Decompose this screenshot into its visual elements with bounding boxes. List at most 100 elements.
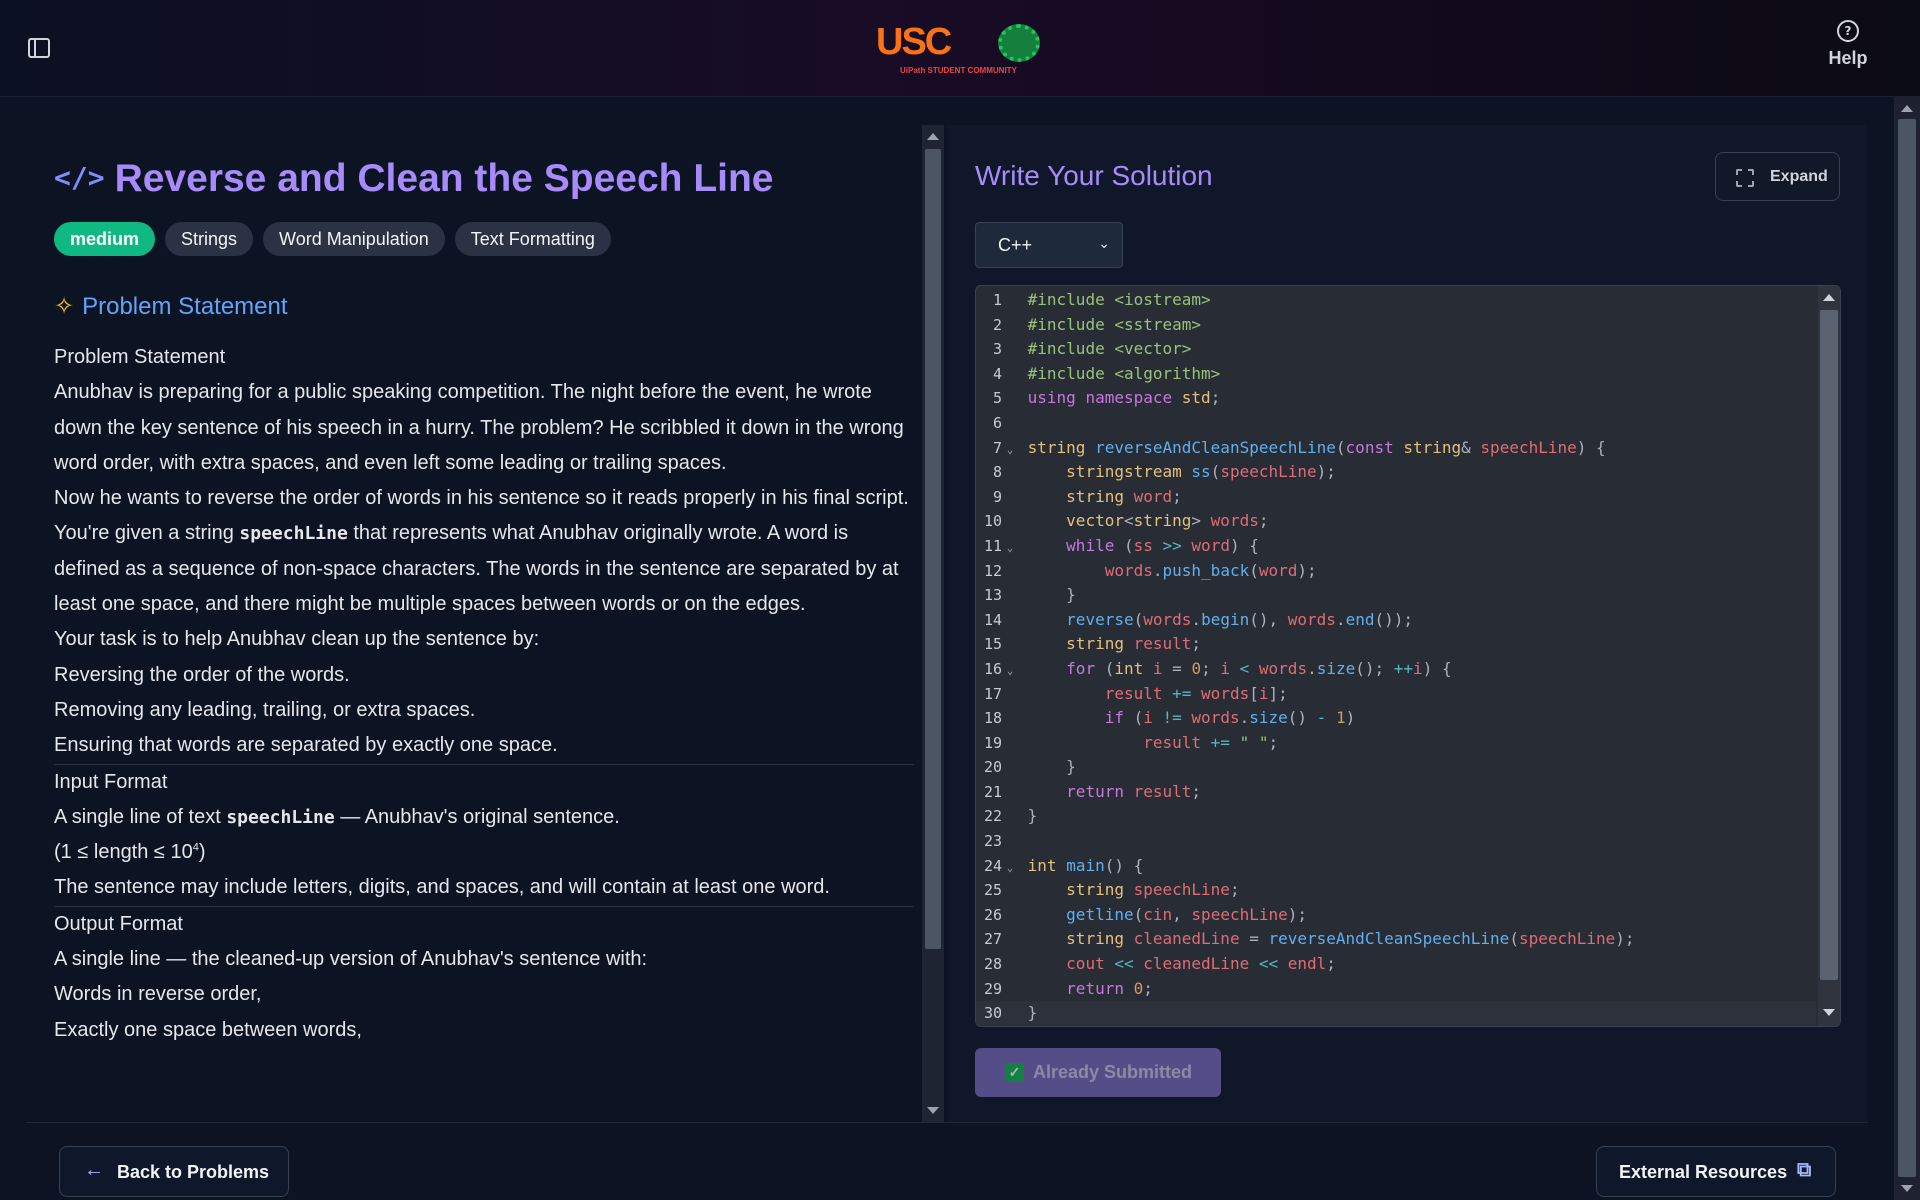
submitted-label: Already Submitted <box>1033 1062 1193 1082</box>
scroll-up-arrow-icon[interactable] <box>927 133 939 140</box>
language-select[interactable]: C++ ⌄ <box>975 222 1123 268</box>
fold-chevron-icon[interactable]: ⌄ <box>1002 659 1018 684</box>
code-line: 6 <box>992 413 1002 432</box>
solution-title: Write Your Solution <box>975 160 1213 191</box>
tag-strings: Strings <box>165 222 254 256</box>
text-fragment: — Anubhav's original sentence. <box>334 805 620 828</box>
problem-title: Reverse and Clean the Speech Line <box>114 157 774 200</box>
external-link-icon: ⧉ <box>1797 1159 1812 1181</box>
scroll-up-arrow-icon[interactable] <box>1901 105 1913 112</box>
text-fragment: (1 ≤ length ≤ 10 <box>54 841 193 864</box>
back-to-problems-button[interactable]: ← Back to Problems <box>59 1146 289 1197</box>
scrollbar-thumb[interactable] <box>925 149 941 949</box>
scroll-up-arrow-icon[interactable] <box>1823 294 1835 301</box>
problem-panel: </> Reverse and Clean the Speech Line med… <box>26 125 922 1122</box>
statement-line: Words in reverse order, <box>54 983 262 1006</box>
code-line: 10 vector<string> words; <box>983 511 1269 531</box>
inline-code: speechLine <box>239 523 348 545</box>
inline-code: speechLine <box>226 806 335 828</box>
code-lines: 1 #include <iostream> 2 #include <sstrea… <box>976 288 1816 1026</box>
sparkle-icon: ✧ <box>54 293 75 320</box>
help-button[interactable]: ? Help <box>1823 20 1873 69</box>
scrollbar-thumb[interactable] <box>1820 310 1838 980</box>
chevron-down-icon: ⌄ <box>1098 235 1110 251</box>
tag-list: medium Strings Word Manipulation Text Fo… <box>54 222 611 256</box>
footer-bar: ← Back to Problems External Resources ⧉ <box>26 1122 1868 1200</box>
expand-button[interactable]: Expand <box>1715 152 1840 201</box>
code-line: 1 #include <iostream> <box>992 290 1211 309</box>
checkbox-check-icon: ✓ <box>1005 1063 1024 1082</box>
code-line: 7 ⌄ string reverseAndCleanSpeechLine(cons… <box>976 436 1816 461</box>
code-line: 26 getline(cin, speechLine); <box>983 904 1308 924</box>
language-value: C++ <box>998 235 1033 255</box>
statement-line: A single line — the cleaned-up version o… <box>54 948 648 971</box>
code-line: 2 #include <sstream> <box>992 314 1202 334</box>
fold-chevron-icon[interactable]: ⌄ <box>1002 438 1018 463</box>
tag-word-manipulation: Word Manipulation <box>263 222 445 256</box>
section-title: Problem Statement <box>82 293 288 320</box>
help-label: Help <box>1828 48 1868 68</box>
statement-line: Your task is to help Anubhav clean up th… <box>54 628 540 651</box>
code-line: 18 if (i != words.size() - 1) <box>983 708 1356 728</box>
code-icon: </> <box>54 161 105 194</box>
code-line-active: 30 } <box>976 1001 1816 1026</box>
editor-scrollbar[interactable] <box>1818 286 1840 1026</box>
page-scrollbar[interactable] <box>1894 97 1920 1200</box>
text-fragment: A single line of text <box>54 805 227 828</box>
statement-line: Removing any leading, trailing, or extra… <box>54 698 476 721</box>
scroll-down-arrow-icon[interactable] <box>1823 1009 1835 1016</box>
tag-text-formatting: Text Formatting <box>454 222 611 256</box>
scrollbar-thumb[interactable] <box>1898 119 1916 1177</box>
scroll-down-arrow-icon[interactable] <box>1901 1185 1913 1192</box>
code-line: 28 cout << cleanedLine << endl; <box>983 954 1336 974</box>
code-line: 5 using namespace std; <box>992 388 1221 408</box>
code-line: 11 ⌄ while (ss >> word) { <box>976 534 1816 559</box>
problem-statement: Problem Statement Anubhav is preparing f… <box>54 340 914 1048</box>
statement-line: A single line of text speechLine — Anubh… <box>54 800 914 835</box>
help-circle-icon: ? <box>1837 20 1859 42</box>
code-line: 20 } <box>983 757 1076 777</box>
code-editor[interactable]: 1 #include <iostream> 2 #include <sstrea… <box>975 285 1841 1027</box>
problem-title-row: </> Reverse and Clean the Speech Line <box>54 157 773 201</box>
code-line: 13 } <box>983 585 1076 605</box>
input-format-heading: Input Format <box>54 763 914 800</box>
difficulty-badge: medium <box>54 222 156 256</box>
external-label: External Resources <box>1619 1162 1788 1182</box>
statement-line: Ensuring that words are separated by exa… <box>54 734 558 757</box>
code-line: 24 ⌄ int main() { <box>976 854 1816 879</box>
statement-line: Anubhav is preparing for a public speaki… <box>54 381 904 474</box>
problem-scrollbar[interactable] <box>922 125 944 1122</box>
solution-panel: Write Your Solution Expand C++ ⌄ 1 #incl… <box>947 125 1867 1122</box>
code-line: 15 string result; <box>983 634 1202 654</box>
back-label: Back to Problems <box>117 1162 270 1182</box>
problem-statement-heading: ✧ Problem Statement <box>54 292 288 321</box>
arrow-left-icon: ← <box>84 1159 104 1181</box>
statement-line: Now he wants to reverse the order of wor… <box>54 487 909 510</box>
code-line: 12 words.push_back(word); <box>983 560 1317 580</box>
code-line: 9 string word; <box>992 486 1182 506</box>
expand-label: Expand <box>1770 168 1828 185</box>
code-line: 4 #include <algorithm> <box>992 363 1221 383</box>
output-format-heading: Output Format <box>54 905 914 942</box>
code-line: 27 string cleanedLine = reverseAndCleanS… <box>983 929 1635 949</box>
code-line: 23 <box>983 832 1002 851</box>
fold-chevron-icon[interactable]: ⌄ <box>1002 856 1018 881</box>
logo-subtitle: UiPath STUDENT COMMUNITY <box>900 66 1017 75</box>
expand-icon <box>1736 169 1754 187</box>
logo-text: USC <box>876 21 952 63</box>
statement-line: The sentence may include letters, digits… <box>54 876 830 899</box>
sidebar-toggle-icon[interactable] <box>28 38 50 58</box>
code-line: 3 #include <vector> <box>992 339 1192 359</box>
usc-logo[interactable]: USC UiPath STUDENT COMMUNITY <box>876 22 1044 80</box>
statement-line: Exactly one space between words, <box>54 1018 362 1041</box>
scroll-down-arrow-icon[interactable] <box>927 1107 939 1114</box>
code-line: 16 ⌄ for (int i = 0; i < words.size(); ++… <box>976 657 1816 682</box>
code-line: 29 return 0; <box>983 978 1153 998</box>
code-line: 25 string speechLine; <box>983 880 1240 900</box>
code-line: 17 result += words[i]; <box>983 683 1288 703</box>
external-resources-button[interactable]: External Resources ⧉ <box>1596 1146 1836 1197</box>
code-line: 14 reverse(words.begin(), words.end()); <box>983 609 1414 629</box>
fold-chevron-icon[interactable]: ⌄ <box>1002 536 1018 561</box>
text-fragment: ) <box>198 841 206 864</box>
already-submitted-button[interactable]: ✓ Already Submitted <box>975 1048 1221 1097</box>
